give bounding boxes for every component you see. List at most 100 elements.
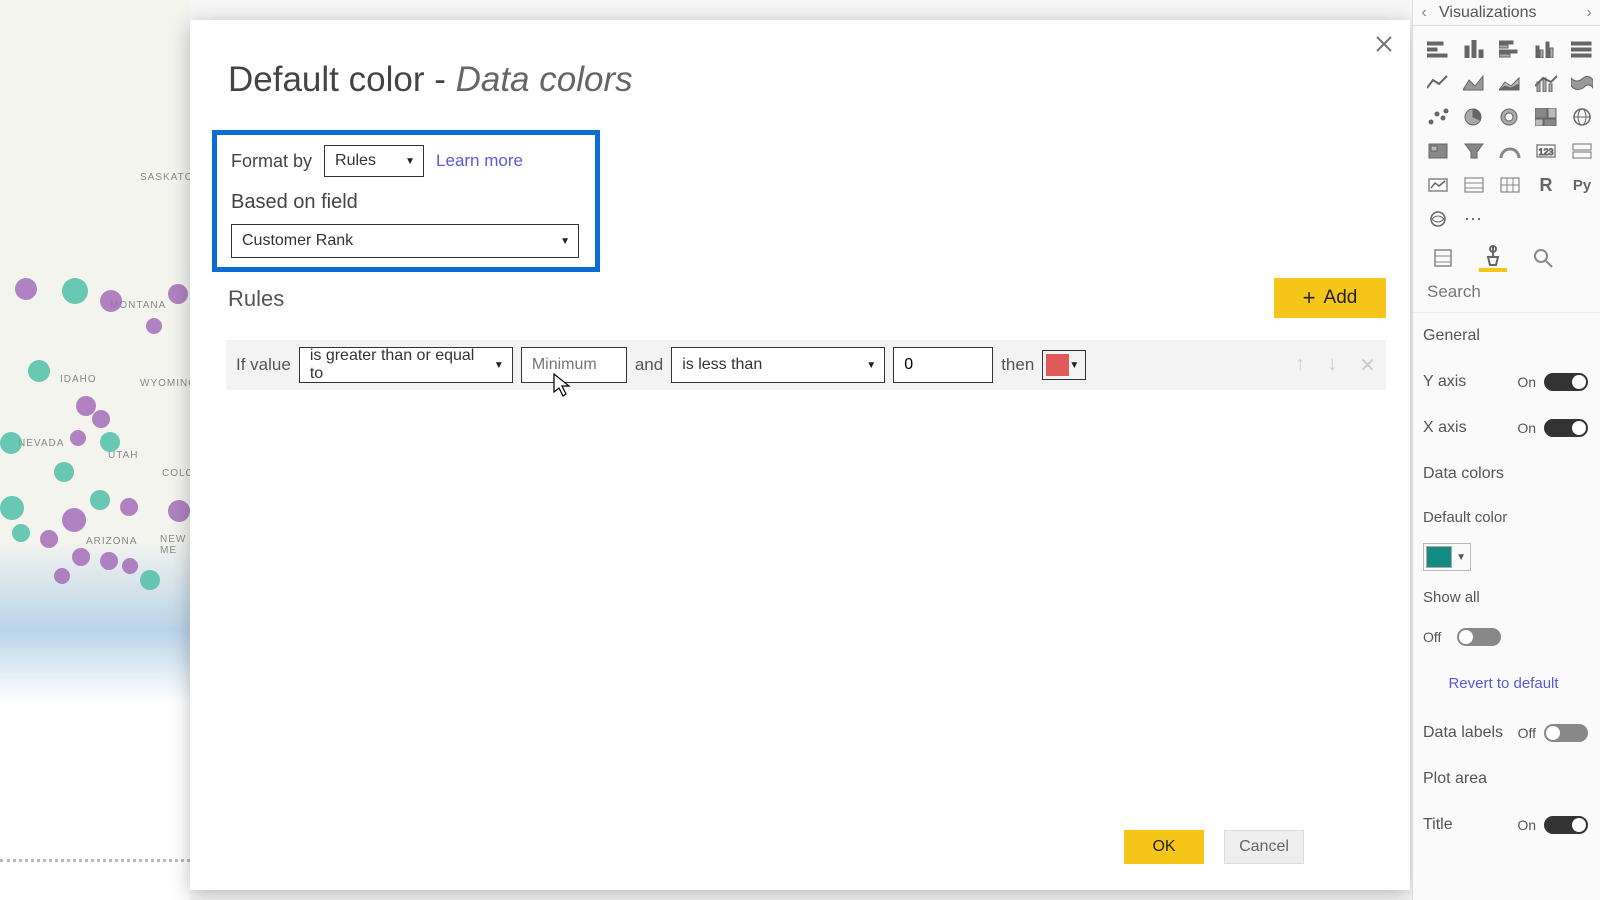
ribbon-chart-icon[interactable] xyxy=(1567,70,1597,96)
visualizations-gallery: 123 R Py ⋯ xyxy=(1413,26,1600,238)
based-on-field-value: Customer Rank xyxy=(242,232,353,250)
stacked-column-chart-icon[interactable] xyxy=(1459,36,1489,62)
x-axis-toggle[interactable] xyxy=(1544,419,1588,437)
rules-heading: Rules xyxy=(228,286,284,312)
rule-color-swatch xyxy=(1046,354,1069,376)
map-label: WYOMING xyxy=(140,378,190,389)
delete-rule-icon[interactable]: ✕ xyxy=(1359,353,1376,378)
learn-more-link[interactable]: Learn more xyxy=(436,151,523,171)
hundred-percent-bar-chart-icon[interactable] xyxy=(1567,36,1597,62)
ok-button[interactable]: OK xyxy=(1124,830,1204,864)
python-visual-icon[interactable]: Py xyxy=(1567,172,1597,198)
data-labels-toggle[interactable] xyxy=(1544,724,1588,742)
close-icon xyxy=(1375,35,1393,53)
prop-title[interactable]: Title On xyxy=(1419,802,1588,848)
visualizations-panel: ‹ Visualizations › 123 R Py xyxy=(1412,0,1600,900)
card-icon[interactable]: 123 xyxy=(1531,138,1561,164)
rule-color-picker[interactable]: ▼ xyxy=(1042,350,1086,380)
area-chart-icon[interactable] xyxy=(1459,70,1489,96)
fields-tab[interactable] xyxy=(1429,244,1457,272)
map-label: COLOR xyxy=(162,468,190,479)
rule-value-2-input[interactable] xyxy=(893,347,993,383)
multi-row-card-icon[interactable] xyxy=(1567,138,1597,164)
prop-default-color-label: Default color xyxy=(1419,497,1588,537)
rule-operator-2-value: is less than xyxy=(682,356,762,374)
conditional-formatting-dialog: Default color - Data colors Format by Ru… xyxy=(190,20,1410,890)
dialog-title-prefix: Default color - xyxy=(228,60,456,99)
scatter-chart-icon[interactable] xyxy=(1423,104,1453,130)
rule-operator-2-select[interactable]: is less than xyxy=(671,347,885,383)
map-label: ARIZONA xyxy=(86,536,137,547)
filled-map-icon[interactable] xyxy=(1423,138,1453,164)
prop-show-all-label: Show all xyxy=(1419,577,1588,617)
visualizations-title: Visualizations xyxy=(1435,4,1578,22)
slicer-icon[interactable] xyxy=(1459,172,1489,198)
then-label: then xyxy=(1001,355,1034,375)
rule-row: If value is greater than or equal to and… xyxy=(226,340,1386,390)
stacked-bar-chart-icon[interactable] xyxy=(1423,36,1453,62)
default-color-swatch xyxy=(1426,546,1452,568)
chevron-down-icon: ▼ xyxy=(1456,552,1466,563)
format-by-label: Format by xyxy=(231,151,312,172)
chevron-down-icon: ▼ xyxy=(1069,360,1079,371)
donut-chart-icon[interactable] xyxy=(1495,104,1525,130)
toggle-on-label: On xyxy=(1517,374,1536,390)
rule-operator-1-select[interactable]: is greater than or equal to xyxy=(299,347,513,383)
r-visual-icon[interactable]: R xyxy=(1531,172,1561,198)
svg-text:123: 123 xyxy=(1538,147,1553,157)
table-icon[interactable] xyxy=(1495,172,1525,198)
toggle-on-label: On xyxy=(1517,420,1536,436)
map-background: SASKATCH MONTANA IDAHO WYOMING NEVADA UT… xyxy=(0,0,190,900)
treemap-icon[interactable] xyxy=(1531,104,1561,130)
clustered-bar-chart-icon[interactable] xyxy=(1495,36,1525,62)
toggle-off-label: Off xyxy=(1423,629,1441,645)
format-by-highlight: Format by Rules Learn more Based on fiel… xyxy=(212,130,600,272)
arcgis-map-icon[interactable] xyxy=(1423,206,1453,232)
toggle-off-label: Off xyxy=(1518,725,1536,741)
revert-to-default-link[interactable]: Revert to default xyxy=(1419,657,1588,710)
panel-collapse-right-button[interactable]: › xyxy=(1578,4,1600,22)
title-toggle[interactable] xyxy=(1544,816,1588,834)
close-button[interactable] xyxy=(1370,30,1398,58)
search-input[interactable]: Search xyxy=(1413,276,1600,313)
gauge-icon[interactable] xyxy=(1495,138,1525,164)
kpi-icon[interactable] xyxy=(1423,172,1453,198)
line-column-chart-icon[interactable] xyxy=(1531,70,1561,96)
prop-data-labels[interactable]: Data labels Off xyxy=(1419,710,1588,756)
default-color-picker[interactable]: ▼ xyxy=(1423,543,1471,571)
move-up-icon[interactable]: ↑ xyxy=(1295,353,1305,378)
rule-operator-1-value: is greater than or equal to xyxy=(310,347,482,383)
map-icon[interactable] xyxy=(1567,104,1597,130)
move-down-icon[interactable]: ↓ xyxy=(1327,353,1337,378)
map-label: IDAHO xyxy=(60,374,97,385)
plus-icon: + xyxy=(1303,285,1316,311)
map-label: NEVADA xyxy=(18,438,64,449)
stacked-area-chart-icon[interactable] xyxy=(1495,70,1525,96)
show-all-toggle[interactable] xyxy=(1457,628,1501,646)
clustered-column-chart-icon[interactable] xyxy=(1531,36,1561,62)
rule-value-1-input[interactable] xyxy=(521,347,627,383)
more-visuals-icon[interactable]: ⋯ xyxy=(1459,206,1489,232)
format-tab[interactable] xyxy=(1479,244,1507,272)
panel-collapse-left-button[interactable]: ‹ xyxy=(1413,4,1435,22)
add-rule-button[interactable]: + Add xyxy=(1274,278,1386,318)
map-label: SASKATCH xyxy=(140,172,190,183)
pie-chart-icon[interactable] xyxy=(1459,104,1489,130)
prop-y-axis[interactable]: Y axis On xyxy=(1419,359,1588,405)
add-label: Add xyxy=(1324,287,1358,309)
prop-x-axis[interactable]: X axis On xyxy=(1419,405,1588,451)
based-on-field-select[interactable]: Customer Rank xyxy=(231,224,579,258)
dialog-title-em: Data colors xyxy=(456,60,633,99)
prop-plot-area[interactable]: Plot area xyxy=(1419,756,1588,802)
funnel-icon[interactable] xyxy=(1459,138,1489,164)
format-by-select[interactable]: Rules xyxy=(324,145,424,177)
y-axis-toggle[interactable] xyxy=(1544,373,1588,391)
based-on-field-label: Based on field xyxy=(231,191,581,214)
prop-general[interactable]: General xyxy=(1419,313,1588,359)
cancel-button[interactable]: Cancel xyxy=(1224,830,1304,864)
analytics-tab[interactable] xyxy=(1529,244,1557,272)
prop-data-colors[interactable]: Data colors xyxy=(1419,451,1588,497)
dialog-title: Default color - Data colors xyxy=(190,20,1410,100)
line-chart-icon[interactable] xyxy=(1423,70,1453,96)
format-by-value: Rules xyxy=(335,152,376,170)
